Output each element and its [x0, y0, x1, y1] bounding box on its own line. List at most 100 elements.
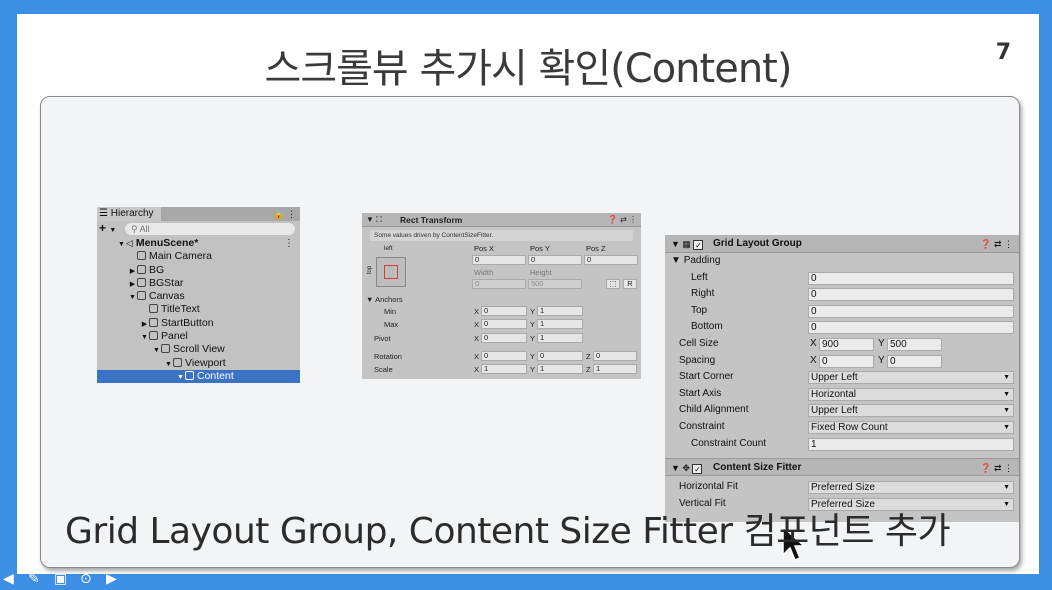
width-field[interactable]: 0 [472, 279, 526, 289]
content-box: ☰ Hierarchy 🔒 ⋮ + ▼ ⚲ All ▼◁ MenuScene* ⋮… [40, 96, 1020, 568]
hierarchy-row-panel[interactable]: ▼ Panel [97, 330, 300, 343]
horizontal-fit-dropdown[interactable]: Preferred Size ▼ [808, 481, 1014, 495]
padding-left-field[interactable]: 0 [808, 271, 1014, 285]
anchor-min-y-field[interactable]: 1 [537, 306, 583, 316]
pen-icon[interactable]: ✎ [28, 571, 40, 587]
slides-grid-icon[interactable]: ▣ [54, 571, 67, 587]
kebab-menu-icon[interactable]: ⋮ [287, 209, 296, 219]
expand-arrow-icon[interactable]: ▼ [176, 371, 185, 383]
padding-top-field[interactable]: 0 [808, 304, 1014, 318]
hierarchy-row-menuscene[interactable]: ▼◁ MenuScene* ⋮ [97, 237, 300, 250]
component-menu-icons[interactable]: ❓ ⇄ ⋮ [980, 235, 1013, 253]
cell-size-label: Cell Size [679, 337, 719, 349]
anchor-preset-icon [384, 265, 398, 279]
axis-x-label: X [474, 352, 480, 361]
gameobject-icon [149, 317, 158, 327]
lock-icon[interactable]: 🔒 [273, 209, 284, 219]
component-menu-icons[interactable]: ❓ ⇄ ⋮ [980, 459, 1013, 477]
expand-arrow-icon[interactable]: ▼ [117, 238, 126, 251]
add-object-button[interactable]: + ▼ [99, 221, 116, 238]
pivot-y-field[interactable]: 1 [537, 333, 583, 343]
gameobject-icon [137, 277, 146, 287]
next-slide-icon[interactable]: ▶ [106, 571, 117, 587]
anchor-max-x-field[interactable]: 0 [481, 319, 527, 329]
driven-values-note: Some values driven by ContentSizeFitter. [370, 230, 633, 241]
cell-size-y-field[interactable]: 500 [887, 337, 942, 351]
rotation-z-field[interactable]: 0 [593, 351, 637, 361]
foldout-arrow-icon[interactable]: ▼ ✥ ✓ [671, 459, 703, 477]
foldout-arrow-icon[interactable]: ▼ ⛶ [366, 213, 382, 227]
height-field[interactable]: 500 [528, 279, 582, 289]
hierarchy-tab-label: Hierarchy [110, 208, 154, 219]
scale-z-field[interactable]: 1 [593, 364, 637, 374]
constraint-dropdown[interactable]: Fixed Row Count ▼ [808, 420, 1014, 434]
hierarchy-row-main-camera[interactable]: Main Camera [97, 250, 300, 263]
gameobject-icon [149, 304, 158, 314]
hierarchy-row-viewport[interactable]: ▼ Viewport [97, 357, 300, 370]
hierarchy-row-bg[interactable]: ▶ BG [97, 264, 300, 277]
child-alignment-dropdown[interactable]: Upper Left ▼ [808, 404, 1014, 418]
padding-bottom-field[interactable]: 0 [808, 321, 1014, 335]
axis-y-label: Y [530, 320, 536, 329]
foldout-arrow-icon[interactable]: ▼ ▦ ✓ [671, 235, 704, 253]
scale-x-field[interactable]: 1 [481, 364, 527, 374]
scale-y-field[interactable]: 1 [537, 364, 583, 374]
content-size-fitter-header[interactable]: ▼ ✥ ✓ Content Size Fitter ❓ ⇄ ⋮ [665, 458, 1019, 477]
spacing-y-field[interactable]: 0 [887, 354, 942, 368]
collapse-arrow-icon[interactable]: ▶ [140, 318, 149, 331]
constraint-count-field[interactable]: 1 [808, 437, 1014, 451]
expand-arrow-icon[interactable]: ▼ [140, 331, 149, 344]
component-enabled-checkbox[interactable]: ✓ [692, 464, 703, 475]
component-enabled-checkbox[interactable]: ✓ [693, 240, 704, 250]
collapse-arrow-icon[interactable]: ▶ [128, 265, 137, 278]
pivot-x-field[interactable]: 0 [481, 333, 527, 343]
start-corner-dropdown[interactable]: Upper Left ▼ [808, 371, 1014, 385]
hierarchy-row-bgstar[interactable]: ▶ BGStar [97, 277, 300, 290]
padding-foldout[interactable]: ▼ Padding [665, 253, 1019, 270]
padding-left-row: Left 0 [665, 270, 1019, 287]
search-icon: ⚲ [131, 224, 138, 234]
hierarchy-row-startbutton[interactable]: ▶ StartButton [97, 317, 300, 330]
hierarchy-search-input[interactable]: ⚲ All [125, 223, 295, 235]
grid-layout-group-header[interactable]: ▼ ▦ ✓ Grid Layout Group ❓ ⇄ ⋮ [665, 235, 1019, 253]
hierarchy-label: TitleText [161, 303, 200, 316]
gameobject-icon [137, 251, 146, 261]
collapse-arrow-icon[interactable]: ▶ [128, 278, 137, 291]
pos-y-field[interactable]: 0 [528, 255, 582, 265]
start-axis-dropdown[interactable]: Horizontal ▼ [808, 387, 1014, 401]
more-options-icon[interactable]: ⊙ [80, 571, 92, 587]
previous-slide-icon[interactable]: ◀ [3, 571, 14, 587]
padding-right-field[interactable]: 0 [808, 288, 1014, 302]
padding-right-label: Right [691, 288, 715, 300]
hierarchy-row-titletext[interactable]: TitleText [97, 303, 300, 316]
hierarchy-row-scroll-view[interactable]: ▼ Scroll View [97, 343, 300, 356]
rect-transform-header[interactable]: ▼ ⛶ Rect Transform ❓ ⇄ ⋮ [362, 213, 641, 227]
rotation-y-field[interactable]: 0 [537, 351, 583, 361]
kebab-menu-icon[interactable]: ⋮ [284, 237, 294, 250]
search-placeholder: All [139, 224, 150, 234]
spacing-x-field[interactable]: 0 [819, 354, 874, 368]
pos-z-field[interactable]: 0 [584, 255, 638, 265]
anchor-preset-top-label: top [367, 265, 374, 275]
raw-edit-button[interactable]: R [623, 279, 637, 289]
scale-label: Scale [374, 365, 393, 374]
pivot-label: Pivot [374, 334, 391, 343]
hierarchy-label: Panel [161, 330, 188, 343]
hierarchy-row-content[interactable]: ▼ Content [97, 369, 300, 383]
hierarchy-row-canvas[interactable]: ▼ Canvas [97, 290, 300, 303]
expand-arrow-icon[interactable]: ▼ [152, 344, 161, 357]
cell-size-x-field[interactable]: 900 [819, 337, 874, 351]
anchor-preset-button[interactable] [376, 257, 406, 287]
pos-x-field[interactable]: 0 [472, 255, 526, 265]
anchors-foldout[interactable]: ▼ Anchors [366, 295, 403, 304]
anchor-max-y-field[interactable]: 1 [537, 319, 583, 329]
expand-arrow-icon[interactable]: ▼ [128, 291, 137, 304]
rotation-x-field[interactable]: 0 [481, 351, 527, 361]
hierarchy-tab[interactable]: ☰ Hierarchy [97, 207, 161, 221]
blueprint-mode-button[interactable]: ⬚ [606, 279, 620, 289]
chevron-down-icon: ▼ [109, 227, 117, 234]
component-menu-icons[interactable]: ❓ ⇄ ⋮ [608, 213, 637, 227]
expand-arrow-icon[interactable]: ▼ [164, 358, 173, 371]
anchor-min-x-field[interactable]: 0 [481, 306, 527, 316]
axis-x-label: X [474, 334, 480, 343]
